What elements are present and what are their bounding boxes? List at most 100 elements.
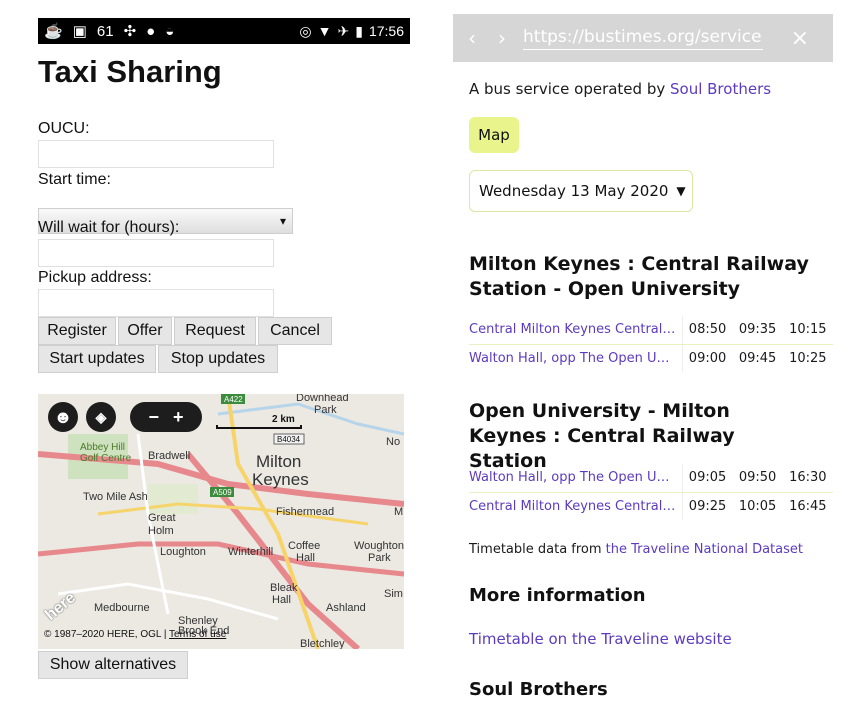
wifi-icon: ▼ [317, 23, 332, 39]
pickup-address-label: Pickup address: [38, 269, 152, 286]
map-label: Great [148, 512, 176, 524]
terms-link[interactable]: Terms of use [169, 629, 226, 640]
layers-icon[interactable]: ◈ [86, 402, 116, 432]
zoom-in-button[interactable]: + [173, 407, 184, 428]
battery-icon: ▮ [355, 22, 363, 39]
taxi-app-panel: ☕ ▣ 61 ✣ ● ◒ ◎ ▼ ✈ ▮ 17:56 Taxi Sharing … [38, 18, 410, 708]
park-area [148, 484, 198, 514]
zoom-out-button[interactable]: − [148, 407, 159, 428]
pickup-address-input[interactable] [38, 289, 274, 317]
map-label: Holm [148, 525, 174, 537]
data-source-link[interactable]: the Traveline National Dataset [606, 542, 803, 557]
request-button[interactable]: Request [174, 317, 256, 345]
time-cell: 10:15 [782, 316, 833, 345]
start-updates-button[interactable]: Start updates [38, 345, 156, 373]
time-cell: 09:45 [738, 350, 777, 366]
time-cell: 09:25 [688, 498, 727, 514]
register-button[interactable]: Register [38, 317, 116, 345]
stop-link[interactable]: Central Milton Keynes Central… [469, 492, 683, 520]
clock: 17:56 [368, 23, 404, 39]
table-row: Walton Hall, opp The Open U… 09:05 09:50… [469, 464, 833, 493]
more-info-heading: More information [469, 585, 646, 606]
map-label: Ashland [326, 602, 366, 614]
chevron-down-icon: ▼ [676, 184, 686, 198]
time-cell: 09:05 [682, 464, 733, 493]
table-row: Central Milton Keynes Central… 09:25 10:… [469, 492, 833, 520]
chevron-down-icon: ▾ [279, 214, 286, 228]
table-row: Walton Hall, opp The Open U… 09:00 09:45… [469, 344, 833, 372]
url-field[interactable]: https://bustimes.org/service [523, 27, 763, 50]
image-icon: ▣ [72, 23, 87, 40]
operator-line: A bus service operated by Soul Brothers [469, 80, 771, 98]
map-label: Two Mile Ash [83, 491, 148, 503]
operator-link[interactable]: Soul Brothers [670, 80, 771, 98]
map-label: Milton [256, 452, 302, 471]
scale-label: 2 km [272, 414, 295, 425]
map-label: Coffee [288, 540, 321, 552]
map-label: Bleak [270, 582, 298, 594]
stop-updates-button[interactable]: Stop updates [158, 345, 278, 373]
map-label: No [386, 436, 401, 448]
date-select-value: Wednesday 13 May 2020 [479, 182, 669, 200]
oucu-input[interactable] [38, 140, 274, 168]
data-source-prefix: Timetable data from [469, 542, 606, 557]
map-label: Park [314, 404, 337, 416]
zoom-controls: − + [130, 402, 202, 432]
fan-icon: ✣ [123, 23, 137, 40]
map-label: Keynes [252, 470, 309, 489]
map-label: Woughton [354, 540, 404, 552]
copyright-text: © 1987–2020 HERE, OGL | [44, 629, 170, 640]
map-label: Winterhill [228, 546, 274, 558]
do-not-disturb-icon: ◎ [299, 22, 312, 39]
route-heading: Milton Keynes : Central Railway Station … [469, 253, 809, 300]
oucu-label: OUCU: [38, 120, 90, 137]
operator-heading: Soul Brothers [469, 679, 608, 700]
map-button[interactable]: Map [469, 117, 519, 153]
route-heading: Open University - Milton Keynes : Centra… [469, 400, 735, 472]
map-label: Hall [272, 594, 291, 606]
drop-icon: ● [146, 22, 156, 40]
time-cell: 10:05 [738, 498, 777, 514]
time-cell: 09:50 [732, 464, 783, 493]
airplane-icon: ✈ [337, 22, 350, 39]
timetable: Walton Hall, opp The Open U… 09:05 09:50… [469, 464, 833, 520]
time-cell: 09:00 [688, 350, 727, 366]
road-shield-label: A422 [224, 395, 243, 404]
android-icon: ◒ [165, 22, 175, 40]
map-view[interactable]: A422 B4034 A509 ☻ ◈ − + 2 km Abbey Hill … [38, 394, 404, 649]
time-cell: 08:50 [682, 316, 733, 345]
map-label: M [394, 506, 404, 518]
cup-icon: ☕ [44, 23, 63, 40]
offer-button[interactable]: Offer [118, 317, 172, 345]
map-label: Hall [296, 552, 315, 564]
table-row: Central Milton Keynes Central… 08:50 09:… [469, 316, 833, 345]
timetable: Central Milton Keynes Central… 08:50 09:… [469, 316, 833, 372]
stop-link[interactable]: Central Milton Keynes Central… [469, 316, 683, 345]
map-label: Bletchley [300, 638, 345, 649]
back-icon[interactable]: ‹ [457, 26, 487, 50]
time-cell: 09:35 [732, 316, 783, 345]
wait-hours-input[interactable] [38, 239, 274, 267]
stop-link[interactable]: Walton Hall, opp The Open U… [469, 344, 683, 372]
map-label: Sim [384, 588, 403, 600]
notification-count-icon: 61 [96, 22, 114, 40]
traveline-link[interactable]: Timetable on the Traveline website [469, 630, 732, 648]
map-label: Abbey Hill Golf Centre [80, 442, 132, 464]
data-source-line: Timetable data from the Traveline Nation… [469, 542, 803, 557]
cancel-button[interactable]: Cancel [258, 317, 332, 345]
status-bar: ☕ ▣ 61 ✣ ● ◒ ◎ ▼ ✈ ▮ 17:56 [38, 18, 410, 44]
show-alternatives-button[interactable]: Show alternatives [38, 651, 188, 679]
road-shield-label: B4034 [277, 435, 301, 444]
map-label: Downhead [296, 394, 349, 404]
stop-link[interactable]: Walton Hall, opp The Open U… [469, 464, 683, 493]
map-label: Medbourne [94, 602, 150, 614]
time-cell: 16:30 [782, 464, 833, 493]
map-label: Loughton [160, 546, 206, 558]
browser-panel: ‹ › https://bustimes.org/service × A bus… [453, 14, 833, 708]
date-select[interactable]: Wednesday 13 May 2020 ▼ [469, 170, 693, 212]
start-time-label: Start time: [38, 171, 111, 188]
close-icon[interactable]: × [791, 26, 809, 51]
forward-icon[interactable]: › [487, 26, 517, 50]
map-copyright: © 1987–2020 HERE, OGL | Terms of use [44, 629, 226, 640]
person-icon[interactable]: ☻ [48, 402, 78, 432]
